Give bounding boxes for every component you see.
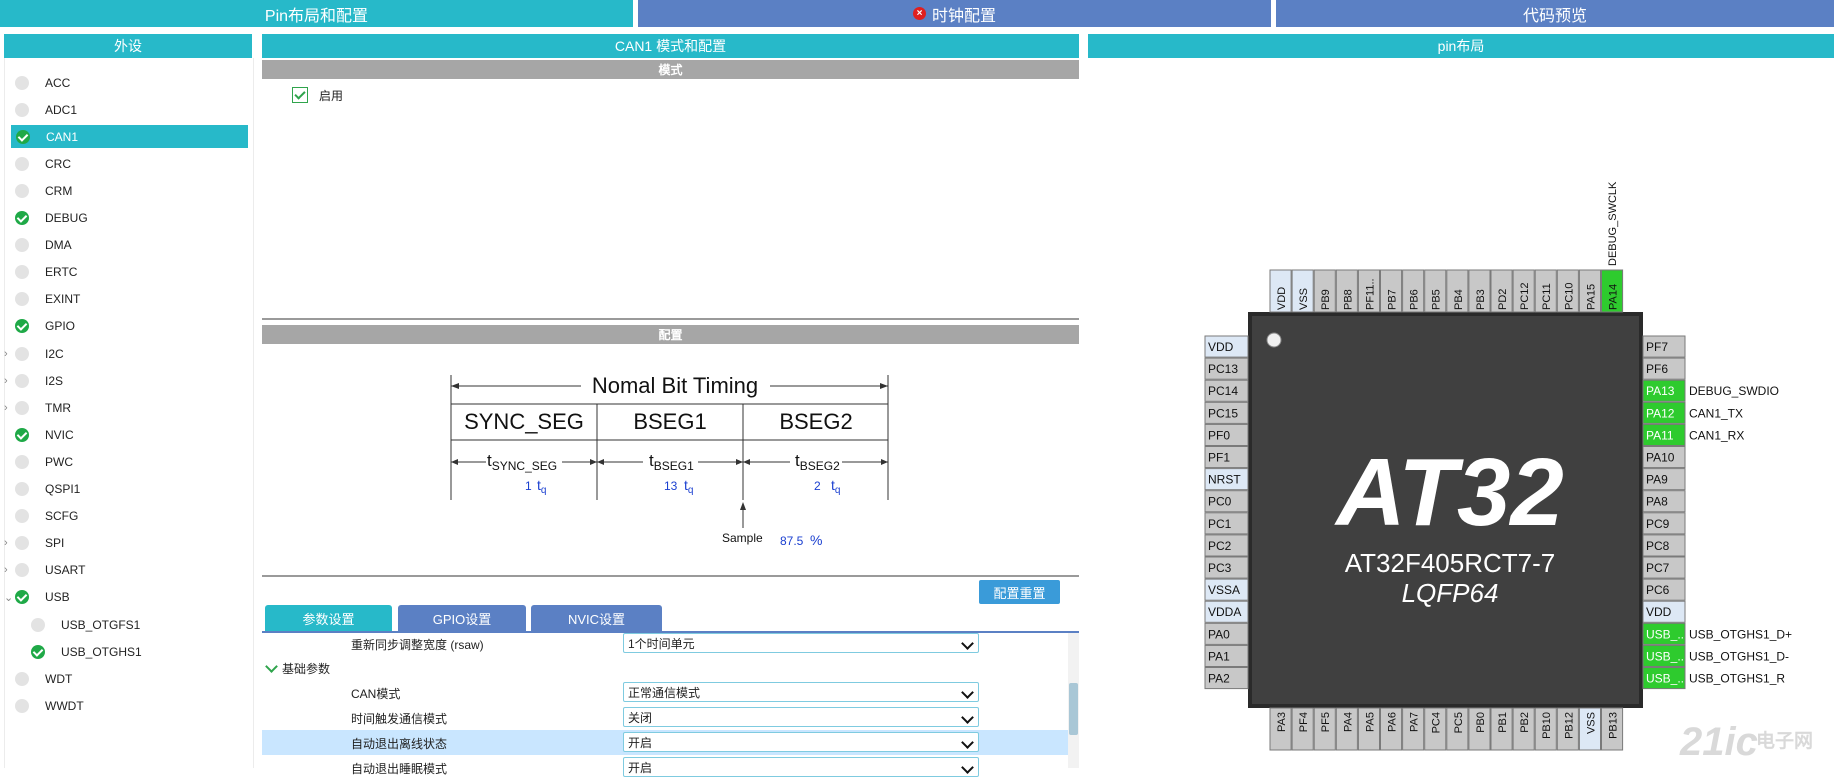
pin-signal-label: CAN1_RX [1689,428,1744,442]
pin-label: VDDA [1208,605,1241,619]
pin-label: PB12 [1563,712,1575,739]
chip-name: AT32F405RCT7-7 [1345,548,1556,578]
pin-label: PC8 [1646,539,1670,553]
pin-label: PB0 [1475,712,1487,733]
pin-label: PC11 [1541,283,1553,310]
pin-label: PB4 [1453,289,1465,310]
pin-label: PF0 [1208,428,1230,442]
pin-label: PC12 [1519,282,1531,310]
pin-signal-label: DEBUG_SWDIO [1689,384,1779,398]
pin-label: VDD [1276,287,1288,310]
pin-label: PA8 [1646,495,1668,509]
pin-label: PF6 [1646,362,1668,376]
pin-label: PC6 [1646,583,1670,597]
pin-label: PF7 [1646,340,1668,354]
pin-label: PB8 [1342,289,1354,310]
pin-signal-label: CAN1_TX [1689,406,1743,420]
pin-label: PB5 [1431,289,1443,310]
pin-label: USB_.. [1646,649,1684,663]
pin-signal-label: USB_OTGHS1_D- [1689,649,1789,663]
pin-label: PC4 [1431,712,1443,733]
pin-label: PB1 [1497,712,1509,733]
chip-package: LQFP64 [1402,578,1499,608]
pin1-marker [1266,332,1282,348]
pin-label: PA1 [1208,649,1230,663]
pin-label: PF11.. [1364,278,1376,310]
pin-label: PF4 [1298,712,1310,732]
pin-label: VSS [1298,288,1310,310]
pin-label: PA5 [1364,712,1376,732]
pin-label: VSSA [1208,583,1240,597]
pin-label: PA14 [1608,284,1620,310]
chip-pinout: AT32AT32F405RCT7-7LQFP64 VDD VSS PB9 PB8 PF11… [1204,181,1813,764]
pin-label: PB2 [1519,712,1531,733]
pin-label: PC7 [1646,561,1670,575]
pin-label: PC1 [1208,517,1232,531]
pin-label: PA7 [1409,712,1421,732]
pin-label: PB3 [1475,289,1487,310]
pin-label: PA15 [1585,284,1597,310]
pin-label: PC14 [1208,384,1238,398]
pin-label: PA13 [1646,384,1675,398]
pin-label: VDD [1208,340,1234,354]
pin-label: USB_.. [1646,627,1684,641]
watermark-logo: 21ic [1679,720,1758,764]
pin-label: PF5 [1320,712,1332,732]
pin-label: PC2 [1208,539,1232,553]
pin-label: PC0 [1208,495,1232,509]
pin-label: PA10 [1646,451,1675,465]
pin-label: PC3 [1208,561,1232,575]
pin-label: USB_.. [1646,672,1684,686]
pin-label: PC5 [1453,712,1465,733]
pin-label: PA4 [1342,712,1354,732]
pin-label: PF1 [1208,451,1230,465]
pin-label: PC9 [1646,517,1670,531]
pin-label: PA12 [1646,406,1675,420]
pin-signal-label: DEBUG_SWCLK [1607,181,1619,266]
pin-label: PC15 [1208,406,1238,420]
pin-label: PA6 [1387,712,1399,732]
pin-label: PA3 [1276,712,1288,732]
pin-label: PB9 [1320,289,1332,310]
pin-label: PB13 [1608,712,1620,739]
pin-label: VSS [1585,712,1597,734]
pin-label: NRST [1208,473,1241,487]
pin-label: PA9 [1646,473,1668,487]
chip-logo: AT32 [1334,439,1564,546]
pin-label: PB10 [1541,712,1553,739]
pin-label: PC13 [1208,362,1238,376]
pin-label: PA0 [1208,627,1230,641]
pin-label: PA11 [1646,428,1674,442]
pin-label: VDD [1646,605,1672,619]
pin-signal-label: USB_OTGHS1_D+ [1689,627,1792,641]
watermark-text: 电子网 [1756,729,1813,752]
pin-label: PB7 [1387,289,1399,310]
pin-label: PA2 [1208,672,1230,686]
pin-signal-label: USB_OTGHS1_R [1689,672,1785,686]
pin-label: PD2 [1497,289,1509,310]
pin-label: PC10 [1563,282,1575,310]
pin-label: PB6 [1409,289,1421,310]
